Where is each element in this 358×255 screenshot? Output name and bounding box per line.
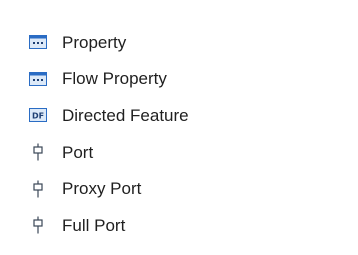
toolbox-item-label: Full Port [62, 215, 126, 235]
directed-feature-icon: DF [28, 106, 48, 124]
toolbox-item-port[interactable]: Port [28, 134, 328, 171]
toolbox-item-label: Flow Property [62, 69, 167, 89]
full-port-icon [28, 216, 48, 234]
directed-feature-icon-text: DF [32, 112, 44, 121]
property-icon [28, 33, 48, 51]
flow-property-icon [28, 70, 48, 88]
proxy-port-icon [28, 180, 48, 198]
toolbox-item-flow-property[interactable]: Flow Property [28, 61, 328, 98]
toolbox-item-label: Port [62, 142, 94, 162]
toolbox-item-full-port[interactable]: Full Port [28, 207, 328, 244]
toolbox-item-label: Proxy Port [62, 179, 142, 199]
toolbox-item-label: Directed Feature [62, 105, 189, 125]
toolbox-item-list: Property Flow Property DF Directed Featu… [28, 24, 328, 244]
toolbox-item-property[interactable]: Property [28, 24, 328, 61]
toolbox-item-label: Property [62, 32, 127, 52]
toolbox-item-directed-feature[interactable]: DF Directed Feature [28, 97, 328, 134]
toolbox-page: Property Flow Property DF Directed Featu… [0, 0, 358, 255]
toolbox-item-proxy-port[interactable]: Proxy Port [28, 170, 328, 207]
port-icon [28, 143, 48, 161]
